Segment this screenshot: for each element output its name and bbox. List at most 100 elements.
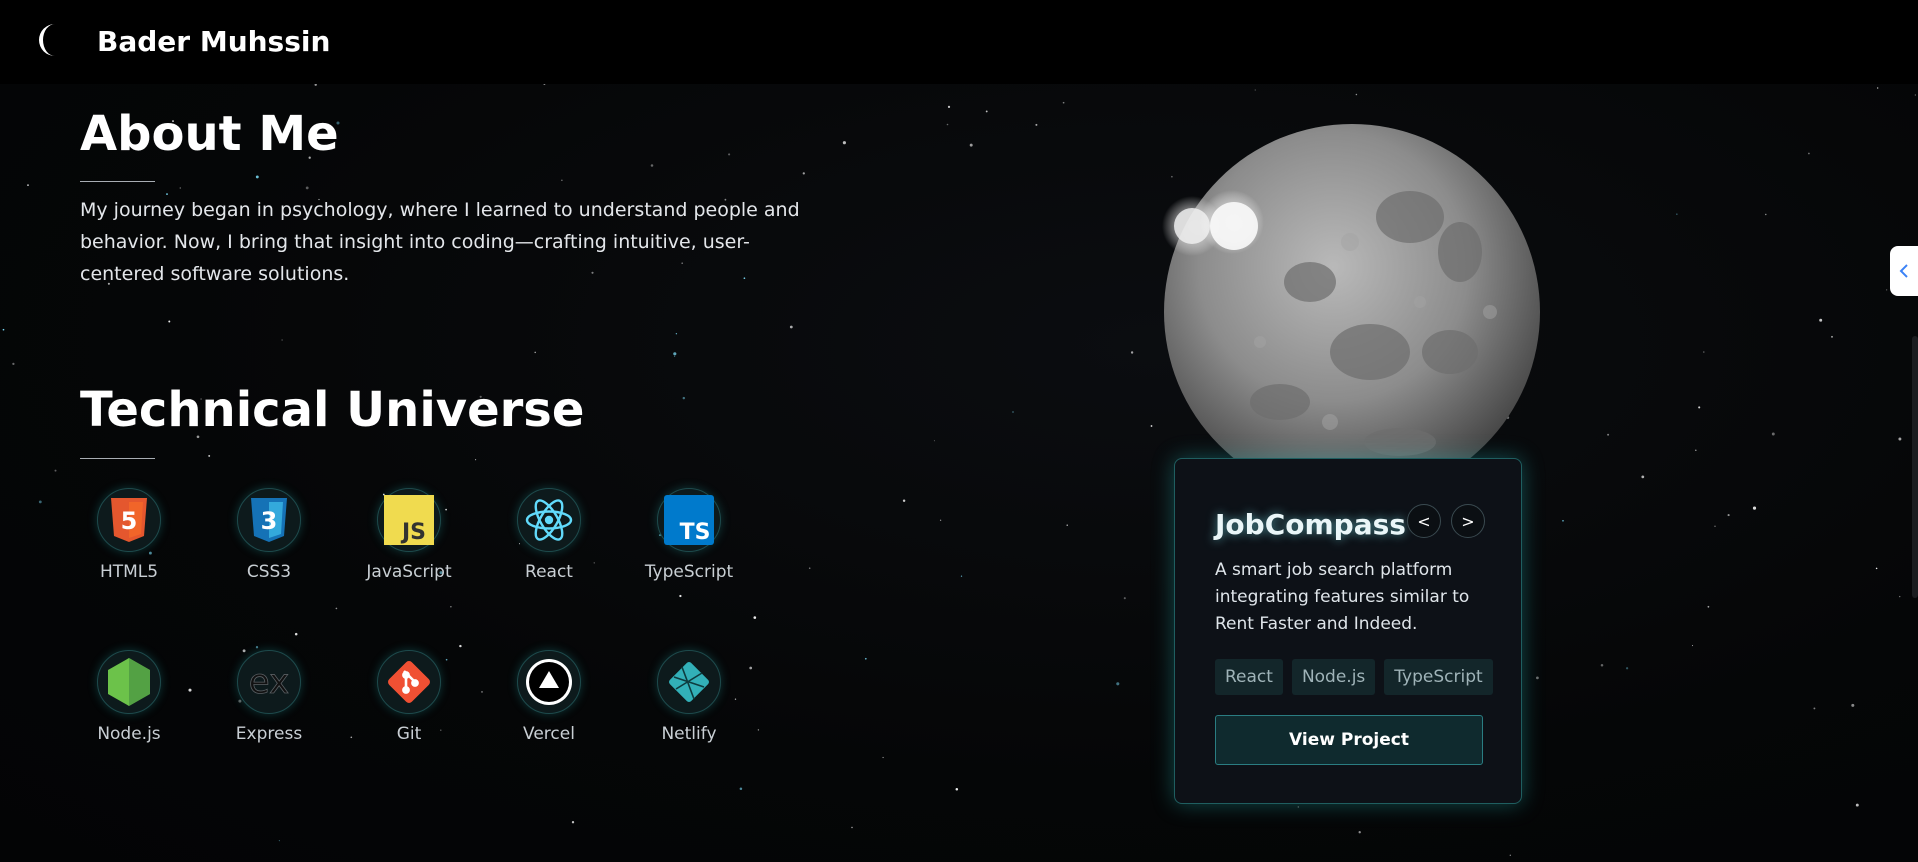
skills-title: Technical Universe xyxy=(80,382,585,438)
skill-netlify[interactable]: Netlify xyxy=(634,650,744,746)
star xyxy=(1607,433,1610,436)
star xyxy=(1012,411,1014,413)
star xyxy=(842,141,846,145)
star xyxy=(1116,682,1120,686)
star xyxy=(1851,703,1855,707)
skill-label: HTML5 xyxy=(99,562,159,582)
tag-typescript: TypeScript xyxy=(1384,659,1493,695)
star xyxy=(54,469,57,472)
skill-label: Git xyxy=(396,724,422,744)
tag-nodejs: Node.js xyxy=(1291,659,1376,695)
star xyxy=(168,320,171,323)
chevron-left-icon xyxy=(1899,264,1908,278)
skill-react[interactable]: React xyxy=(494,488,604,584)
star xyxy=(335,607,338,610)
star xyxy=(960,575,963,577)
star xyxy=(294,632,298,636)
star xyxy=(534,351,536,354)
star xyxy=(350,736,353,739)
star xyxy=(179,187,181,189)
prev-project-button[interactable]: < xyxy=(1407,504,1441,538)
star xyxy=(1819,318,1823,322)
svg-text:TS: TS xyxy=(680,520,711,545)
star xyxy=(255,646,259,649)
star xyxy=(1035,123,1038,126)
skill-express[interactable]: ex ex Express xyxy=(214,650,324,746)
star xyxy=(1698,406,1701,409)
star xyxy=(808,567,811,569)
skill-label: Netlify xyxy=(661,724,717,744)
star xyxy=(208,454,211,457)
star xyxy=(1695,449,1697,451)
star xyxy=(1752,506,1757,510)
star xyxy=(1727,514,1730,517)
crescent-moon-icon[interactable] xyxy=(38,22,64,58)
star xyxy=(305,186,309,190)
star xyxy=(475,459,477,461)
skill-nodejs[interactable]: Node.js xyxy=(74,650,184,746)
css3-icon: 3 xyxy=(237,488,301,552)
star xyxy=(1676,213,1678,215)
star xyxy=(1813,707,1816,710)
star xyxy=(38,500,42,504)
html5-icon: 5 xyxy=(97,488,161,552)
about-title: About Me xyxy=(80,106,339,162)
star xyxy=(1765,213,1767,216)
skill-label: Express xyxy=(235,724,303,744)
star xyxy=(864,657,867,660)
star xyxy=(27,184,29,186)
star xyxy=(2,328,5,331)
brand-name[interactable]: Bader Muhssin xyxy=(97,22,330,62)
star xyxy=(947,105,951,109)
project-title: JobCompass xyxy=(1215,508,1406,541)
skill-typescript[interactable]: TS TypeScript xyxy=(634,488,744,584)
skill-vercel[interactable]: Vercel xyxy=(494,650,604,746)
star xyxy=(985,110,988,113)
about-text: My journey began in psychology, where I … xyxy=(80,199,800,285)
star xyxy=(1886,289,1888,291)
star xyxy=(1509,854,1511,856)
skill-label: Vercel xyxy=(523,724,575,744)
skill-git[interactable]: Git xyxy=(354,650,464,746)
star xyxy=(1831,335,1833,338)
skill-label: Node.js xyxy=(97,724,161,744)
star xyxy=(802,172,805,175)
star xyxy=(1641,475,1645,479)
star xyxy=(1358,831,1361,834)
star xyxy=(675,333,678,335)
star xyxy=(1707,605,1710,608)
star xyxy=(571,821,575,824)
side-panel-toggle[interactable] xyxy=(1890,246,1918,296)
star xyxy=(1625,667,1629,670)
express-icon: ex ex xyxy=(237,650,301,714)
star xyxy=(1355,93,1358,96)
star xyxy=(955,787,959,791)
star xyxy=(739,787,743,791)
scrollbar-thumb[interactable] xyxy=(1912,336,1918,598)
skill-html5[interactable]: 5 HTML5 xyxy=(74,488,184,584)
view-project-button[interactable]: View Project xyxy=(1215,715,1483,765)
star xyxy=(561,179,563,181)
star xyxy=(933,440,935,442)
next-project-button[interactable]: > xyxy=(1451,504,1485,538)
star xyxy=(1914,94,1916,96)
star xyxy=(1875,567,1878,570)
star xyxy=(673,352,677,356)
moon-illustration xyxy=(1162,124,1540,492)
star xyxy=(1130,351,1134,354)
svg-text:JS: JS xyxy=(400,520,426,545)
star xyxy=(255,175,259,179)
skill-javascript[interactable]: JS JavaScript xyxy=(354,488,464,584)
star xyxy=(12,362,15,366)
star xyxy=(728,153,731,156)
vercel-icon xyxy=(517,650,581,714)
star xyxy=(1536,676,1539,680)
about-divider xyxy=(80,181,155,182)
star xyxy=(851,826,853,829)
skill-css3[interactable]: 3 CSS3 xyxy=(214,488,324,584)
skill-label: React xyxy=(525,562,573,582)
star xyxy=(450,606,452,608)
netlify-icon xyxy=(657,650,721,714)
project-card: JobCompass < > A smart job search platfo… xyxy=(1174,458,1522,804)
nodejs-icon xyxy=(97,650,161,714)
